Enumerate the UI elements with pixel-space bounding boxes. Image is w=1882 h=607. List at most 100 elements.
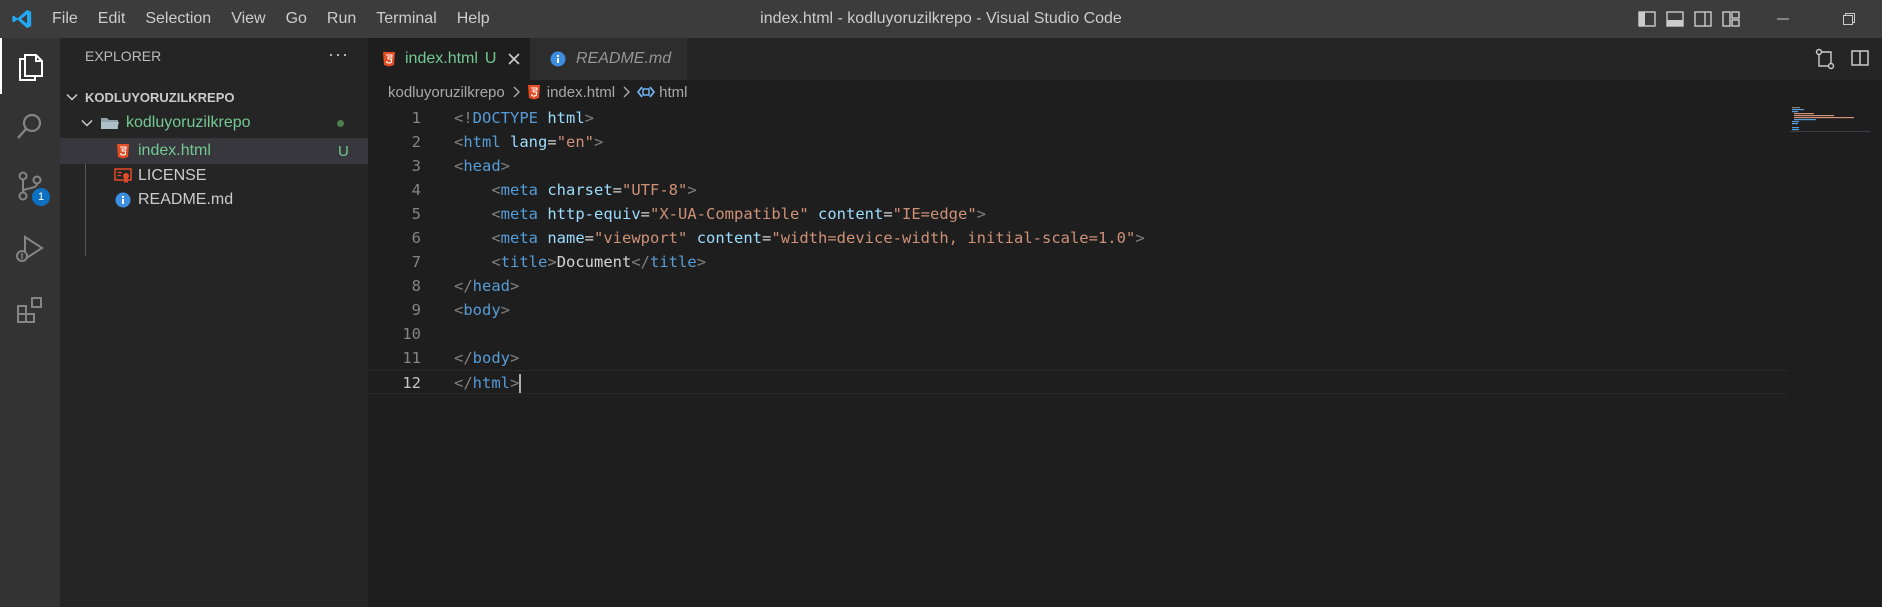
open-changes-icon[interactable] <box>1814 48 1836 70</box>
code-token: = <box>762 229 772 247</box>
code-token: < <box>491 229 501 247</box>
menu-go[interactable]: Go <box>276 0 317 38</box>
sidebar-header: EXPLORER <box>85 48 162 64</box>
code-token: = <box>883 205 893 223</box>
code-line[interactable]: 5 <meta http-equiv="X-UA-Compatible" con… <box>368 202 1788 226</box>
menu-help[interactable]: Help <box>447 0 500 38</box>
code-line[interactable]: 8 </head> <box>368 274 1788 298</box>
code-token: = <box>612 181 623 199</box>
folder-open-icon <box>101 118 119 129</box>
toggle-secondary-sidebar-icon[interactable] <box>1692 9 1714 29</box>
folder-row[interactable]: kodluyoruzilkrepo <box>60 110 368 136</box>
code-token: </ <box>454 374 473 392</box>
code-token: html <box>463 133 501 151</box>
file-row-license[interactable]: LICENSE <box>60 163 368 189</box>
line-number: 4 <box>411 181 421 199</box>
minimize-icon[interactable] <box>1750 0 1816 38</box>
code-token: = <box>640 205 651 223</box>
code-line[interactable]: 12 </html> <box>368 370 1788 394</box>
code-text: <body> <box>454 298 510 322</box>
minimap[interactable] <box>1790 106 1870 166</box>
code-line[interactable]: 6 <meta name="viewport" content="width=d… <box>368 226 1788 250</box>
menu-run[interactable]: Run <box>317 0 366 38</box>
code-line[interactable]: 3 <head> <box>368 154 1788 178</box>
line-number: 3 <box>411 157 421 175</box>
split-editor-icon[interactable] <box>1850 48 1870 68</box>
code-token: < <box>454 157 464 175</box>
vscode-logo-icon[interactable] <box>10 8 34 30</box>
breadcrumb-file[interactable]: index.html <box>547 84 615 101</box>
untracked-badge: U <box>338 142 349 160</box>
workspace-section[interactable]: KODLUYORUZILKREPO <box>60 86 368 108</box>
code-text: </body> <box>454 346 519 370</box>
tab-readme[interactable]: README.md <box>530 38 688 80</box>
more-actions-icon[interactable]: ··· <box>328 44 349 65</box>
window-controls <box>1750 0 1882 38</box>
code-token: = <box>547 133 557 151</box>
file-row-index-html[interactable]: index.html U <box>60 138 368 164</box>
menu-terminal[interactable]: Terminal <box>366 0 446 38</box>
file-label: README.md <box>138 191 234 208</box>
restore-icon[interactable] <box>1816 0 1882 38</box>
line-number: 2 <box>411 133 421 151</box>
menu-edit[interactable]: Edit <box>88 0 136 38</box>
close-icon[interactable] <box>508 53 521 65</box>
search-icon[interactable] <box>0 98 60 154</box>
code-text: <meta name="viewport" content="width=dev… <box>454 226 1144 250</box>
folder-status-dot <box>337 120 344 127</box>
menu-file[interactable]: File <box>42 0 88 38</box>
menu-selection[interactable]: Selection <box>135 0 221 38</box>
activity-bar: 1 <box>0 38 60 607</box>
code-line[interactable]: 4 <meta charset="UTF-8"> <box>368 178 1788 202</box>
code-text: <title>Document</title> <box>454 250 706 274</box>
code-line[interactable]: 11 </body> <box>368 346 1788 370</box>
breadcrumb-folder[interactable]: kodluyoruzilkrepo <box>388 84 505 101</box>
info-icon <box>115 192 131 208</box>
code-line[interactable]: 7 <title>Document</title> <box>368 250 1788 274</box>
code-token: html <box>547 109 585 127</box>
text-cursor <box>519 374 522 393</box>
code-line[interactable]: 2 <html lang="en"> <box>368 130 1788 154</box>
explorer-icon[interactable] <box>0 38 60 94</box>
line-number: 6 <box>411 229 421 247</box>
code-token: head <box>463 157 501 175</box>
code-token: body <box>463 301 501 319</box>
code-token: meta <box>500 205 538 223</box>
html5-icon <box>117 144 129 159</box>
chevron-right-icon <box>623 86 631 98</box>
code-line[interactable]: 1 <!DOCTYPE html> <box>368 106 1788 130</box>
code-token: > <box>510 277 520 295</box>
toggle-primary-sidebar-icon[interactable] <box>1636 9 1658 29</box>
title-bar: File Edit Selection View Go Run Terminal… <box>0 0 1882 38</box>
toggle-panel-icon[interactable] <box>1664 9 1686 29</box>
source-control-badge: 1 <box>32 188 50 206</box>
code-token: "en" <box>556 133 595 151</box>
menu-view[interactable]: View <box>221 0 275 38</box>
editor-actions <box>1814 48 1870 70</box>
customize-layout-icon[interactable] <box>1720 9 1742 29</box>
code-token: content <box>696 229 763 247</box>
file-row-readme[interactable]: README.md <box>60 187 368 213</box>
code-token: < <box>454 301 464 319</box>
run-debug-icon[interactable] <box>0 220 60 276</box>
source-control-icon[interactable]: 1 <box>0 158 60 214</box>
line-number: 7 <box>411 253 421 271</box>
extensions-icon[interactable] <box>0 282 60 338</box>
code-token: title <box>650 253 697 271</box>
line-number: 8 <box>411 277 421 295</box>
line-number: 9 <box>411 301 421 319</box>
line-number: 12 <box>402 374 421 392</box>
code-token: http-equiv <box>547 205 641 223</box>
code-token: > <box>976 205 987 223</box>
folder-label: kodluyoruzilkrepo <box>126 114 251 131</box>
code-line[interactable]: 10 <box>368 322 1788 346</box>
code-token: meta <box>500 229 538 247</box>
code-line[interactable]: 9 <body> <box>368 298 1788 322</box>
tab-index-html[interactable]: index.html U <box>368 38 530 80</box>
code-editor[interactable]: 1 <!DOCTYPE html> 2 <html lang="en"> 3 <head>… <box>368 106 1788 394</box>
breadcrumb-symbol[interactable]: html <box>659 84 687 101</box>
